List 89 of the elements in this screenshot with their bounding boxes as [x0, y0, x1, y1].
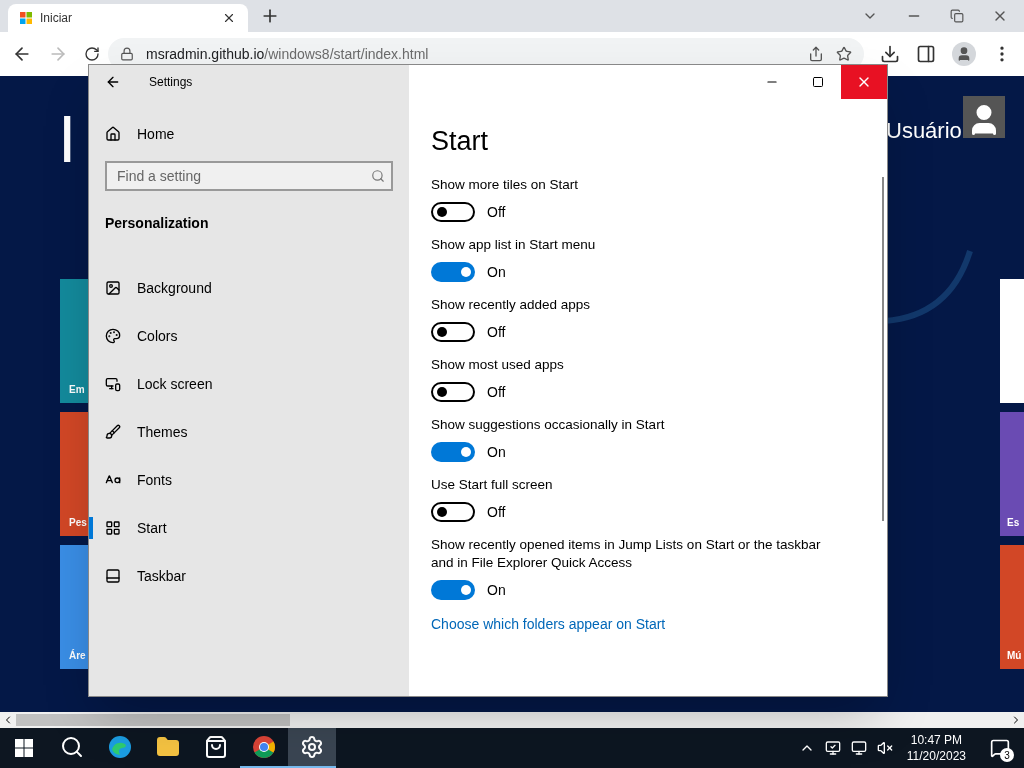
tab-title: Iniciar — [40, 10, 73, 27]
option-label: Show recently added apps — [431, 295, 592, 314]
folder-icon — [156, 735, 180, 759]
maximize-icon — [812, 76, 824, 88]
nav-item[interactable]: Themes — [93, 408, 409, 456]
option-label: Show suggestions occasionally in Start — [431, 415, 666, 434]
toggle-switch[interactable] — [431, 442, 475, 462]
home-icon — [105, 126, 121, 142]
toggle-switch[interactable] — [431, 322, 475, 342]
option-label: Use Start full screen — [431, 475, 554, 494]
tile-label: Em — [69, 383, 85, 397]
toggle-state: Off — [487, 322, 506, 342]
picture-frame-icon — [105, 280, 121, 296]
close-icon[interactable] — [222, 11, 236, 25]
download-icon[interactable] — [880, 44, 900, 64]
app-tile[interactable]: Em — [60, 279, 88, 403]
toggle-switch[interactable] — [431, 382, 475, 402]
windows-logo-icon — [15, 739, 33, 757]
nav-item[interactable]: Home — [89, 111, 409, 157]
network-icon[interactable] — [850, 740, 867, 756]
tile-label: Áre — [69, 648, 86, 663]
search-icon — [371, 169, 385, 183]
app-tile[interactable]: Es — [1000, 412, 1024, 536]
section-heading: Personalization — [104, 214, 210, 233]
browser-tab[interactable]: Iniciar — [8, 4, 248, 32]
nav-item[interactable]: Lock screen — [93, 360, 409, 408]
app-tile[interactable] — [1000, 279, 1024, 403]
wave-circle-icon — [108, 735, 132, 759]
tile-label: Pes — [69, 516, 87, 530]
option-label: Show app list in Start menu — [431, 235, 597, 254]
screen-lock-icon — [105, 376, 121, 392]
option-label: Show most used apps — [431, 355, 565, 374]
bag-icon — [204, 735, 228, 759]
search-field[interactable]: Find a setting — [105, 161, 393, 191]
lock-icon — [120, 47, 134, 61]
tile-label: Mú — [1007, 649, 1022, 663]
page-heading: I — [58, 106, 77, 172]
toggle-state: On — [487, 262, 506, 282]
nav-item[interactable]: Colors — [93, 312, 409, 360]
palette-icon — [105, 328, 121, 344]
side-panel-icon[interactable] — [916, 44, 936, 64]
option-label: Show recently opened items in Jump Lists on Start or the taskbar and in File Explorer Quick Access — [431, 535, 822, 572]
notification-button[interactable]: 3 — [980, 728, 1020, 768]
toggle-switch[interactable] — [431, 202, 475, 222]
four-squares-icon — [20, 12, 32, 24]
folders-link[interactable]: Choose which folders appear on Start — [431, 613, 865, 635]
nav-item[interactable]: Fonts — [93, 456, 409, 504]
option-label: Show more tiles on Start — [431, 175, 580, 194]
speaker-muted-icon[interactable] — [876, 740, 893, 756]
search-icon — [60, 735, 84, 759]
url-text: msradmin.github.io/windows8/start/index.html — [146, 44, 429, 64]
page-title: Start — [431, 125, 490, 158]
restore-icon[interactable] — [950, 9, 964, 23]
star-icon[interactable] — [836, 46, 852, 62]
toggle-switch[interactable] — [431, 262, 475, 282]
nav-item[interactable]: Start — [93, 504, 409, 552]
monitor-icon[interactable] — [824, 740, 841, 756]
scrollbar-thumb[interactable] — [16, 714, 290, 726]
app-tile[interactable]: Pes — [60, 412, 88, 536]
toggle-state: On — [487, 580, 506, 600]
vertical-scrollbar[interactable] — [882, 177, 884, 521]
toggle-state: Off — [487, 502, 506, 522]
gear-icon — [300, 735, 324, 759]
tiles-icon — [105, 520, 121, 536]
tile-label: Es — [1007, 516, 1020, 530]
app-tile[interactable]: Mú — [1000, 545, 1024, 669]
nav-item[interactable]: Taskbar — [93, 552, 409, 600]
toggle-state: Off — [487, 382, 506, 402]
window-title: Settings — [149, 74, 193, 91]
user-avatar — [963, 96, 1005, 138]
taskbar-app[interactable] — [288, 728, 336, 768]
reload-icon[interactable] — [84, 46, 100, 62]
nav-item[interactable]: Background — [93, 264, 409, 312]
toggle-state: Off — [487, 202, 506, 222]
profile-avatar[interactable] — [952, 42, 976, 66]
share-icon[interactable] — [808, 46, 824, 62]
taskbar-icon — [105, 568, 121, 584]
ring-circle-icon — [252, 735, 276, 759]
brush-icon — [105, 424, 121, 440]
user-name: Usuário — [886, 117, 962, 145]
toggle-switch[interactable] — [431, 580, 475, 600]
message-icon — [990, 738, 1010, 758]
back-icon[interactable] — [105, 74, 121, 90]
clock-date: 11/20/2023 — [906, 748, 966, 764]
notification-count: 3 — [1000, 748, 1014, 762]
toggle-state: On — [487, 442, 506, 462]
clock-time: 10:47 PM — [910, 732, 963, 748]
clock[interactable]: 10:47 PM 11/20/2023 — [902, 732, 970, 764]
toggle-switch[interactable] — [431, 502, 475, 522]
